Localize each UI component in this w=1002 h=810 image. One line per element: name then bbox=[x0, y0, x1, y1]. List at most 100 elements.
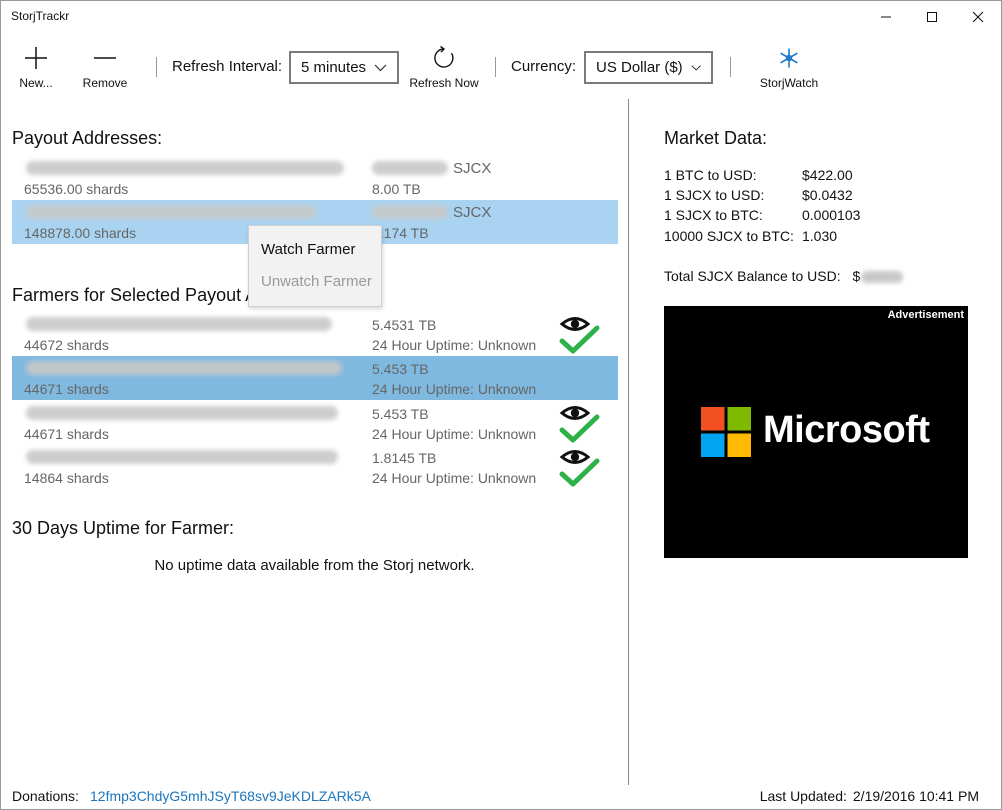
market-row-value: 1.030 bbox=[802, 228, 838, 244]
payout-addresses-title: Payout Addresses: bbox=[12, 128, 163, 148]
toolbar: New... Remove Refresh Interval: 5 minute… bbox=[1, 41, 1001, 97]
total-balance: Total SJCX Balance to USD: $ bbox=[664, 268, 904, 284]
farmer-uptime: 24 Hour Uptime: Unknown bbox=[372, 337, 537, 353]
farmer-size: 5.4531 TB bbox=[372, 317, 437, 333]
farmer-size: 1.8145 TB bbox=[372, 450, 437, 466]
payout-unit: SJCX bbox=[453, 160, 492, 177]
total-balance-prefix: $ bbox=[852, 268, 861, 284]
chevron-down-icon bbox=[374, 64, 387, 71]
watched-icon bbox=[559, 406, 600, 443]
new-button[interactable]: New... bbox=[16, 41, 56, 90]
farmer-row[interactable]: 5.453 TB 44671 shards 24 Hour Uptime: Un… bbox=[12, 401, 618, 445]
app-title: StorjTrackr bbox=[11, 9, 70, 23]
remove-button[interactable]: Remove bbox=[81, 41, 129, 90]
currency-label: Currency: bbox=[511, 58, 577, 75]
farmer-shards: 44671 shards bbox=[24, 381, 109, 397]
payout-row[interactable]: SJCX 65536.00 shards 8.00 TB bbox=[12, 156, 618, 200]
payout-shards: 148878.00 shards bbox=[24, 225, 137, 241]
refresh-now-button[interactable]: Refresh Now bbox=[409, 41, 479, 90]
plus-icon bbox=[25, 47, 47, 69]
minimize-icon bbox=[881, 16, 891, 18]
market-row: 10000 SJCX to BTC: 1.030 bbox=[664, 228, 837, 244]
uptime-title: 30 Days Uptime for Farmer: bbox=[12, 518, 235, 538]
refresh-now-label: Refresh Now bbox=[409, 76, 479, 90]
market-row-label: 1 SJCX to BTC: bbox=[664, 207, 763, 223]
watch-farmer-menu-item[interactable]: Watch Farmer bbox=[261, 241, 355, 258]
farmer-row-selected[interactable]: 5.453 TB 44671 shards 24 Hour Uptime: Un… bbox=[12, 356, 618, 400]
storjwatch-label: StorjWatch bbox=[759, 76, 819, 90]
donations-address-link[interactable]: 12fmp3ChdyG5mhJSyT68sv9JeKDLZARk5A bbox=[90, 788, 371, 804]
farmer-row[interactable]: 1.8145 TB 14864 shards 24 Hour Uptime: U… bbox=[12, 445, 618, 489]
currency-value: US Dollar ($) bbox=[596, 59, 683, 76]
farmer-shards: 44672 shards bbox=[24, 337, 109, 353]
refresh-interval-label: Refresh Interval: bbox=[172, 58, 283, 75]
uptime-empty-message: No uptime data available from the Storj … bbox=[154, 557, 475, 574]
redacted-node-id bbox=[26, 317, 332, 331]
toolbar-separator bbox=[730, 57, 731, 77]
minus-icon bbox=[94, 57, 116, 59]
snowflake-icon bbox=[780, 48, 798, 68]
market-row-value: $422.00 bbox=[802, 167, 853, 183]
close-button[interactable] bbox=[955, 1, 1001, 33]
redacted-address bbox=[26, 205, 316, 219]
redacted-node-id bbox=[26, 450, 338, 464]
title-bar: StorjTrackr bbox=[1, 1, 1001, 33]
farmer-uptime: 24 Hour Uptime: Unknown bbox=[372, 426, 537, 442]
chevron-down-icon bbox=[691, 64, 701, 71]
farmer-shards: 14864 shards bbox=[24, 470, 109, 486]
redacted-balance bbox=[372, 205, 448, 219]
close-icon bbox=[972, 11, 984, 23]
farmer-size: 5.453 TB bbox=[372, 361, 429, 377]
currency-select[interactable]: US Dollar ($) bbox=[584, 51, 713, 84]
app-window: StorjTrackr New... Remove Refresh Interv… bbox=[0, 0, 1002, 810]
redacted-node-id bbox=[26, 361, 342, 375]
maximize-button[interactable] bbox=[909, 1, 955, 33]
redacted-address bbox=[26, 161, 344, 175]
pane-divider bbox=[628, 99, 629, 785]
market-row: 1 SJCX to BTC: 0.000103 bbox=[664, 207, 860, 223]
ad-label: Advertisement bbox=[887, 309, 964, 321]
farmer-uptime: 24 Hour Uptime: Unknown bbox=[372, 470, 537, 486]
market-data-title: Market Data: bbox=[664, 128, 768, 148]
donations-label: Donations: bbox=[12, 788, 79, 804]
advertisement[interactable]: Advertisement Microsoft bbox=[664, 306, 968, 558]
market-row-label: 1 SJCX to USD: bbox=[664, 187, 765, 203]
market-row-label: 10000 SJCX to BTC: bbox=[664, 228, 794, 244]
last-updated: Last Updated: 2/19/2016 10:41 PM bbox=[760, 788, 979, 804]
farmer-size: 5.453 TB bbox=[372, 406, 429, 422]
market-row: 1 SJCX to USD: $0.0432 bbox=[664, 187, 853, 203]
maximize-icon bbox=[927, 12, 937, 22]
refresh-interval-select[interactable]: 5 minutes bbox=[289, 51, 399, 84]
storjwatch-button[interactable]: StorjWatch bbox=[757, 41, 821, 90]
refresh-icon bbox=[434, 46, 454, 68]
remove-button-label: Remove bbox=[82, 76, 128, 90]
total-balance-label: Total SJCX Balance to USD: bbox=[664, 268, 841, 284]
market-row-label: 1 BTC to USD: bbox=[664, 167, 757, 183]
redacted-balance-value bbox=[861, 271, 904, 284]
watched-icon bbox=[559, 317, 600, 354]
new-button-label: New... bbox=[19, 76, 53, 90]
farmer-uptime: 24 Hour Uptime: Unknown bbox=[372, 381, 537, 397]
redacted-balance bbox=[372, 161, 448, 175]
market-row-value: $0.0432 bbox=[802, 187, 853, 203]
payout-size: 8.00 TB bbox=[372, 181, 421, 197]
payout-shards: 65536.00 shards bbox=[24, 181, 129, 197]
toolbar-separator bbox=[156, 57, 157, 77]
farmer-shards: 44671 shards bbox=[24, 426, 109, 442]
context-menu: Watch Farmer Unwatch Farmer bbox=[248, 225, 382, 307]
toolbar-separator bbox=[495, 57, 496, 77]
minimize-button[interactable] bbox=[863, 1, 909, 33]
market-row: 1 BTC to USD: $422.00 bbox=[664, 167, 853, 183]
farmers-title: Farmers for Selected Payout A bbox=[12, 285, 258, 305]
ad-brand: Microsoft bbox=[763, 409, 930, 451]
microsoft-logo-icon bbox=[701, 407, 751, 457]
last-updated-label: Last Updated: bbox=[759, 788, 847, 804]
last-updated-value: 2/19/2016 10:41 PM bbox=[852, 788, 979, 804]
redacted-node-id bbox=[26, 406, 338, 420]
watched-icon bbox=[559, 450, 600, 487]
market-row-value: 0.000103 bbox=[802, 207, 861, 223]
farmer-row[interactable]: 5.4531 TB 44672 shards 24 Hour Uptime: U… bbox=[12, 312, 618, 356]
payout-unit: SJCX bbox=[453, 204, 492, 221]
unwatch-farmer-menu-item: Unwatch Farmer bbox=[261, 273, 372, 290]
refresh-interval-value: 5 minutes bbox=[301, 59, 367, 76]
